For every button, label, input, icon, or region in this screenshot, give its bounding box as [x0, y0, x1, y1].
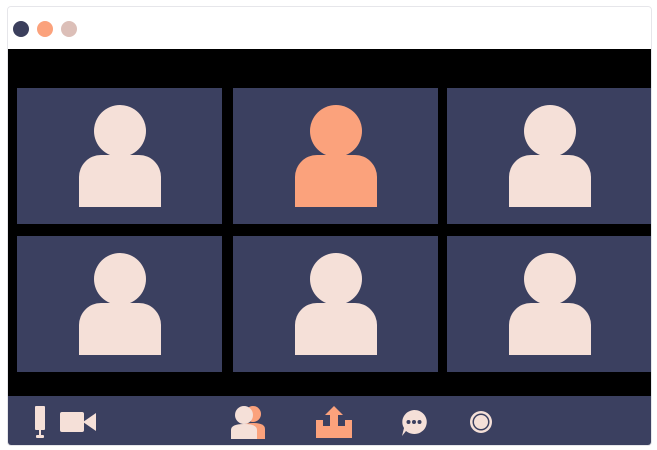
call-toolbar [8, 396, 651, 445]
window-dot-maximize[interactable] [61, 21, 77, 37]
avatar [508, 105, 591, 207]
share-screen-icon [316, 406, 352, 438]
window-dot-close[interactable] [13, 21, 29, 37]
participant-tile[interactable] [447, 236, 651, 372]
chat-button[interactable] [399, 408, 429, 438]
window-dot-minimize[interactable] [37, 21, 53, 37]
chat-bubble-icon [402, 409, 427, 436]
title-bar [8, 7, 651, 49]
video-camera-icon [60, 412, 96, 432]
participant-tile[interactable] [17, 88, 222, 224]
participant-tile[interactable] [17, 236, 222, 372]
mute-button[interactable] [26, 404, 54, 440]
participant-tile-speaking[interactable] [233, 88, 438, 224]
avatar [78, 253, 161, 355]
participant-tile[interactable] [447, 88, 651, 224]
avatar [294, 105, 377, 207]
participants-button[interactable] [228, 405, 268, 439]
share-screen-button[interactable] [314, 405, 354, 439]
record-icon [470, 411, 492, 433]
video-grid [8, 49, 651, 396]
microphone-icon [35, 406, 45, 438]
avatar [508, 253, 591, 355]
record-button[interactable] [466, 409, 496, 435]
video-button[interactable] [58, 408, 98, 436]
video-call-window [7, 6, 652, 446]
avatar [78, 105, 161, 207]
avatar [294, 253, 377, 355]
participant-tile[interactable] [233, 236, 438, 372]
participants-icon [231, 406, 265, 439]
